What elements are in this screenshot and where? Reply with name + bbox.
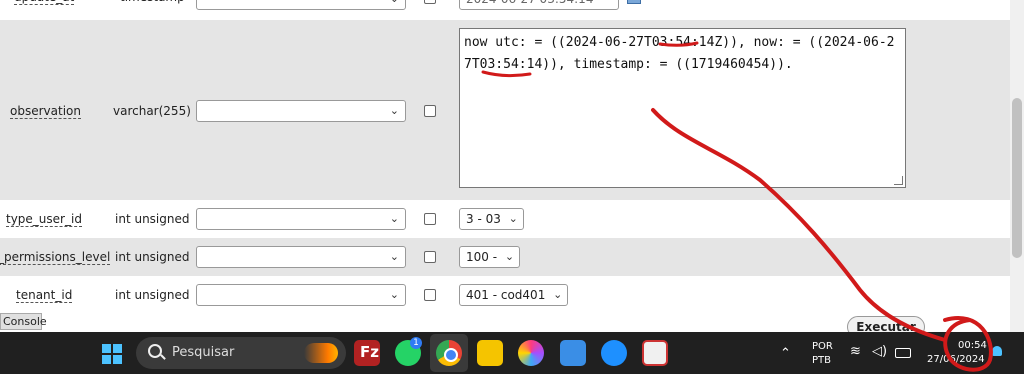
function-select-observation[interactable]: ⌄: [196, 100, 406, 122]
field-type-tenant-id: int unsigned: [115, 288, 190, 302]
search-highlight-icon: [304, 343, 338, 363]
clock-date[interactable]: 27/06/2024: [927, 354, 985, 365]
snipping-tool-icon[interactable]: [642, 340, 668, 366]
function-select-tenant-id[interactable]: ⌄: [196, 284, 406, 306]
field-type-observation: varchar(255): [113, 104, 191, 118]
null-checkbox-observation[interactable]: [424, 105, 436, 117]
resize-grip-icon[interactable]: [894, 176, 903, 185]
taskbar: Pesquisar Fz 1 ⌃ POR PTB ≋ ◁) 00:54 27/0…: [0, 332, 1024, 374]
row-update-at: update_at timestamp ⌄ 2024-06-27 03:54:1…: [0, 0, 1010, 20]
dbeaver-icon[interactable]: [601, 340, 627, 366]
field-name-update-at: update_at: [14, 0, 75, 5]
chrome-icon[interactable]: [436, 340, 462, 366]
field-name-tenant-id: tenant_id: [16, 288, 73, 303]
chevron-down-icon: ⌄: [389, 250, 399, 263]
page-scrollbar[interactable]: [1010, 0, 1024, 332]
language-line2[interactable]: PTB: [812, 355, 831, 366]
value-select-tenant-id[interactable]: 401 - cod401 ⌄: [459, 284, 569, 306]
chevron-down-icon: ⌄: [389, 212, 399, 225]
search-icon: [148, 344, 162, 358]
null-checkbox-permissions-level[interactable]: [424, 251, 436, 263]
null-checkbox-update-at[interactable]: [424, 0, 436, 4]
field-name-permissions-level: _permissions_level: [0, 250, 111, 265]
clock-time[interactable]: 00:54: [958, 340, 987, 351]
whatsapp-badge: 1: [410, 337, 422, 349]
observation-textarea[interactable]: now utc: = ((2024-06-27T03:54:14Z)), now…: [459, 28, 906, 188]
calendar-icon[interactable]: [627, 0, 641, 4]
observation-text: now utc: = ((2024-06-27T03:54:14Z)), now…: [464, 35, 895, 72]
search-placeholder: Pesquisar: [172, 345, 235, 360]
value-select-type-user-id-label: 3 - 03: [466, 212, 501, 226]
field-type-permissions-level: int unsigned: [115, 250, 190, 264]
row-permissions-level: _permissions_level int unsigned ⌄ 100 - ⌄: [0, 238, 1010, 276]
row-type-user-id: type_user_id int unsigned ⌄ 3 - 03 ⌄: [0, 200, 1010, 238]
language-line1[interactable]: POR: [812, 341, 833, 352]
filezilla-icon[interactable]: Fz: [354, 340, 380, 366]
notification-bell-icon[interactable]: [992, 346, 1002, 356]
value-select-permissions-level[interactable]: 100 - ⌄: [459, 246, 521, 268]
function-select-type-user-id[interactable]: ⌄: [196, 208, 406, 230]
taskbar-search[interactable]: Pesquisar: [136, 337, 346, 369]
field-name-observation: observation: [10, 104, 81, 119]
file-explorer-icon[interactable]: [477, 340, 503, 366]
field-type-update-at: timestamp: [120, 0, 185, 4]
value-select-tenant-id-label: 401 - cod401: [466, 288, 546, 302]
paint-icon[interactable]: [518, 340, 544, 366]
function-select-update-at[interactable]: ⌄: [196, 0, 406, 10]
value-select-permissions-level-label: 100 -: [466, 250, 498, 264]
tray-chevron-up-icon[interactable]: ⌃: [780, 346, 791, 361]
value-select-type-user-id[interactable]: 3 - 03 ⌄: [459, 208, 524, 230]
row-tenant-id: tenant_id int unsigned ⌄ 401 - cod401 ⌄: [0, 276, 1010, 314]
field-name-type-user-id: type_user_id: [6, 212, 82, 227]
chevron-down-icon: ⌄: [504, 250, 515, 263]
volume-icon[interactable]: ◁): [872, 344, 887, 359]
chevron-down-icon: ⌄: [389, 104, 399, 117]
row-observation: observation varchar(255) ⌄ now utc: = ((…: [0, 20, 1010, 200]
wifi-icon[interactable]: ≋: [850, 344, 861, 359]
chevron-down-icon: ⌄: [389, 288, 399, 301]
null-checkbox-tenant-id[interactable]: [424, 289, 436, 301]
notepad-icon[interactable]: [560, 340, 586, 366]
insert-form: update_at timestamp ⌄ 2024-06-27 03:54:1…: [0, 0, 1010, 332]
value-input-update-at[interactable]: 2024-06-27 03:54:14: [459, 0, 619, 10]
function-select-permissions-level[interactable]: ⌄: [196, 246, 406, 268]
windows-start-icon[interactable]: [102, 344, 122, 364]
battery-icon[interactable]: [895, 348, 911, 358]
console-tab[interactable]: Console: [0, 313, 47, 330]
scrollbar-thumb[interactable]: [1012, 98, 1022, 258]
chevron-down-icon: ⌄: [553, 288, 563, 301]
chevron-down-icon: ⌄: [508, 212, 518, 225]
chevron-down-icon: ⌄: [390, 0, 399, 5]
field-type-type-user-id: int unsigned: [115, 212, 190, 226]
null-checkbox-type-user-id[interactable]: [424, 213, 436, 225]
